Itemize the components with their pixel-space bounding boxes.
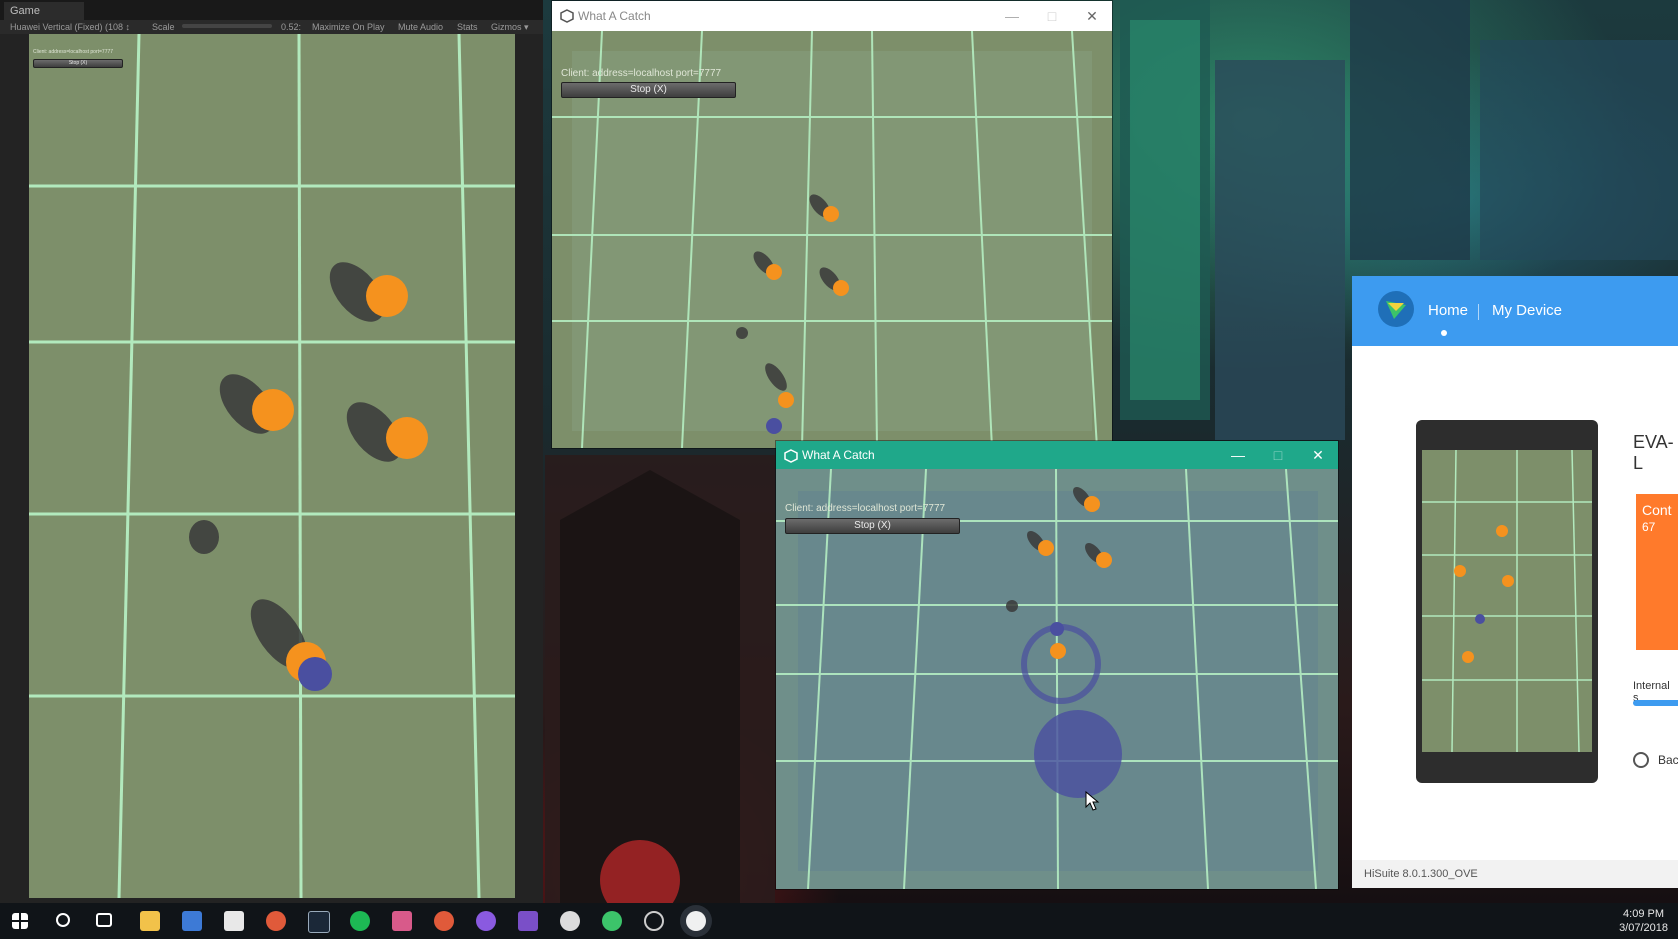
- nav-my-device[interactable]: My Device: [1492, 302, 1562, 319]
- visual-studio-icon[interactable]: [518, 911, 538, 931]
- maximize-button[interactable]: □: [1032, 1, 1072, 31]
- clock-date: 3/07/2018: [1619, 922, 1668, 934]
- device-name: EVA-L: [1633, 432, 1674, 473]
- mail-icon[interactable]: [224, 911, 244, 931]
- unity-game-viewport: Client: address=localhost port=7777 Stop…: [0, 34, 543, 903]
- app-icon-1[interactable]: [392, 911, 412, 931]
- file-explorer-icon[interactable]: [140, 911, 160, 931]
- store-icon[interactable]: [182, 911, 202, 931]
- window-titlebar[interactable]: What A Catch — □ ✕: [776, 441, 1338, 469]
- hisuite-logo-icon: [1378, 291, 1414, 327]
- resolution-dropdown[interactable]: Huawei Vertical (Fixed) (108 ↕: [10, 20, 130, 34]
- minimize-button[interactable]: —: [1218, 441, 1258, 471]
- stop-button[interactable]: Stop (X): [33, 59, 123, 68]
- chrome-icon-2[interactable]: [434, 911, 454, 931]
- game-tab[interactable]: Game: [4, 2, 84, 20]
- unity-game-icon[interactable]: [686, 911, 706, 931]
- windows-taskbar: 4:09 PM 3/07/2018: [0, 903, 1678, 939]
- hisuite-window: Home My Device EVA-L Cont 67 Internal s …: [1352, 276, 1678, 888]
- scale-label: Scale: [152, 22, 175, 32]
- nav-divider: [1478, 304, 1479, 320]
- close-button[interactable]: ✕: [1298, 441, 1338, 471]
- client-status-text: Client: address=localhost port=7777: [561, 68, 722, 79]
- window-title: What A Catch: [802, 448, 875, 462]
- phone-game-scene: [1422, 450, 1592, 752]
- search-icon[interactable]: [56, 913, 70, 927]
- chrome-icon[interactable]: [266, 911, 286, 931]
- maximize-on-play-toggle[interactable]: Maximize On Play: [312, 20, 385, 34]
- start-menu-icon[interactable]: [12, 913, 28, 929]
- card-label: Cont: [1642, 502, 1672, 518]
- unity-icon: [784, 449, 798, 463]
- unity-game-toolbar: Huawei Vertical (Fixed) (108 ↕ Scale 0.5…: [0, 20, 543, 34]
- unity-icon: [560, 9, 574, 23]
- app-icon-2[interactable]: [476, 911, 496, 931]
- system-clock[interactable]: 4:09 PM 3/07/2018: [1619, 907, 1668, 935]
- card-value: 67: [1642, 520, 1656, 534]
- game-scene-editor: [29, 34, 515, 898]
- game-window-front: What A Catch — □ ✕ Client: address=local…: [776, 441, 1338, 889]
- phone-screen-mirror: [1422, 450, 1592, 752]
- task-view-icon[interactable]: [96, 913, 112, 927]
- hisuite-footer: HiSuite 8.0.1.300_OVE: [1352, 860, 1678, 888]
- backup-label[interactable]: Bac: [1658, 753, 1678, 767]
- window-title: What A Catch: [578, 9, 651, 23]
- gizmos-dropdown[interactable]: Gizmos ▾: [491, 20, 529, 34]
- stop-button[interactable]: Stop (X): [561, 82, 736, 98]
- unity-game-panel: Game Huawei Vertical (Fixed) (108 ↕ Scal…: [0, 0, 543, 903]
- storage-bar: [1633, 700, 1678, 706]
- nav-home[interactable]: Home: [1428, 302, 1468, 319]
- nav-active-dot: [1441, 330, 1447, 336]
- game-canvas-back[interactable]: Client: address=localhost port=7777 Stop…: [552, 31, 1112, 448]
- hisuite-header: Home My Device: [1352, 276, 1678, 346]
- clock-time: 4:09 PM: [1623, 908, 1665, 920]
- client-status-text: Client: address=localhost port=7777: [785, 503, 946, 514]
- window-titlebar[interactable]: What A Catch — □ ✕: [552, 1, 1112, 31]
- game-tab-label: Game: [10, 5, 40, 17]
- version-text: HiSuite 8.0.1.300_OVE: [1364, 868, 1478, 880]
- unity-icon[interactable]: [560, 911, 580, 931]
- scale-value: 0.52:: [281, 22, 302, 32]
- spotify-icon[interactable]: [350, 911, 370, 931]
- game-window-back: What A Catch — □ ✕ Client: address=local…: [552, 1, 1112, 448]
- steam-icon[interactable]: [308, 911, 330, 933]
- minimize-button[interactable]: —: [992, 1, 1032, 31]
- scale-slider[interactable]: [182, 24, 272, 28]
- stats-toggle[interactable]: Stats: [457, 20, 478, 34]
- phone-mockup: [1416, 420, 1598, 783]
- backup-card[interactable]: Cont 67: [1636, 494, 1678, 650]
- client-status-text: Client: address=localhost port=7777: [33, 49, 114, 55]
- mute-audio-toggle[interactable]: Mute Audio: [398, 20, 443, 34]
- hisuite-icon[interactable]: [602, 911, 622, 931]
- backup-icon[interactable]: [1633, 752, 1649, 768]
- game-canvas-editor[interactable]: Client: address=localhost port=7777 Stop…: [29, 34, 515, 898]
- app-icon-3[interactable]: [644, 911, 664, 931]
- unity-tab-bar: Game: [0, 0, 543, 20]
- close-button[interactable]: ✕: [1072, 1, 1112, 31]
- stop-button[interactable]: Stop (X): [785, 518, 960, 534]
- maximize-button[interactable]: □: [1258, 441, 1298, 471]
- game-canvas-front[interactable]: Client: address=localhost port=7777 Stop…: [776, 469, 1338, 889]
